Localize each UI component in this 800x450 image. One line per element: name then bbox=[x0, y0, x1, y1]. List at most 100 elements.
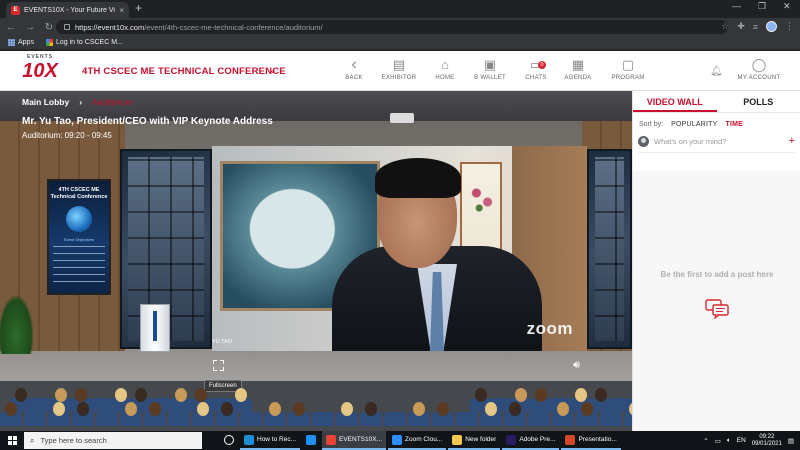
taskbar-app-zoom-app[interactable]: Zoom Clou... bbox=[388, 431, 447, 450]
nav-label: EXHIBITOR bbox=[381, 75, 417, 81]
minimize-icon[interactable]: — bbox=[732, 1, 741, 11]
chat-icon: ▭ 0 bbox=[513, 57, 559, 73]
taskbar-app-premiere[interactable]: Adobe Pre... bbox=[502, 431, 560, 450]
audience-member bbox=[509, 402, 521, 416]
forward-arrow-icon[interactable]: → bbox=[22, 22, 38, 33]
nav-my-account[interactable]: ◯ MY ACCOUNT bbox=[736, 57, 782, 81]
nav-b-wallet[interactable]: ▣ B WALLET bbox=[467, 57, 513, 81]
video-wall-feed: Be the first to add a post here bbox=[633, 171, 800, 431]
taskbar-search-input[interactable] bbox=[40, 436, 191, 445]
audience-member bbox=[53, 402, 65, 416]
restore-icon[interactable]: ❐ bbox=[758, 1, 766, 12]
new-tab-button[interactable]: + bbox=[135, 2, 142, 15]
back-arrow-icon[interactable]: ← bbox=[3, 22, 19, 33]
bookmark-label: Log in to CSCEC M... bbox=[55, 39, 123, 46]
taskbar-app-chrome[interactable]: EVENTS10X... bbox=[322, 431, 387, 450]
empty-feed-message: Be the first to add a post here bbox=[660, 270, 774, 279]
nav-back[interactable]: ‹ BACK bbox=[331, 56, 377, 82]
taskbar-app-edge[interactable]: How to Rec... bbox=[240, 431, 301, 450]
nav-label: CHATS bbox=[525, 75, 547, 81]
conference-title[interactable]: 4TH CSCEC ME TECHNICAL CONFERENCE bbox=[82, 66, 286, 77]
tab-polls[interactable]: POLLS bbox=[717, 91, 800, 112]
breadcrumb-main-lobby[interactable]: Main Lobby bbox=[22, 97, 69, 107]
powerpoint-icon bbox=[565, 434, 576, 445]
audience-member bbox=[365, 402, 377, 416]
bookmark-apps[interactable]: Apps bbox=[8, 39, 34, 46]
add-post-button[interactable]: + bbox=[789, 136, 795, 147]
menu-kebab-icon[interactable]: ⋮ bbox=[785, 21, 794, 32]
notifications-icon[interactable]: ▤ bbox=[788, 437, 794, 445]
logo-10x-text: 10X bbox=[22, 60, 58, 82]
chevron-down-icon[interactable]: ⌄ bbox=[268, 63, 277, 76]
audience-member bbox=[413, 402, 425, 416]
nav-program[interactable]: ▢ PROGRAM bbox=[605, 57, 651, 81]
nav-label: HOME bbox=[435, 75, 455, 81]
reload-icon[interactable]: ↻ bbox=[41, 22, 57, 33]
close-window-icon[interactable]: ✕ bbox=[783, 1, 791, 12]
audience-member bbox=[575, 388, 587, 402]
post-input[interactable] bbox=[654, 137, 784, 146]
taskbar-app-label: New folder bbox=[465, 436, 497, 443]
ie-icon bbox=[306, 434, 317, 445]
nav-home[interactable]: ⌂ HOME bbox=[422, 57, 468, 81]
nav-agenda[interactable]: ▦ AGENDA bbox=[555, 57, 601, 81]
clock[interactable]: 09:22 09/01/2021 bbox=[752, 434, 782, 448]
taskbar-app-task-view[interactable] bbox=[220, 431, 238, 450]
tab-video-wall[interactable]: VIDEO WALL bbox=[633, 91, 717, 112]
windows-logo-icon bbox=[7, 436, 17, 445]
address-url[interactable]: https://event10x.com/event/4th-cscec-me-… bbox=[75, 23, 323, 32]
audience-member bbox=[135, 388, 147, 402]
chevron-left-icon: ‹ bbox=[351, 56, 357, 73]
projector bbox=[390, 113, 414, 123]
keynote-video-player[interactable]: zoom bbox=[212, 146, 587, 351]
taskbar-app-powerpoint[interactable]: Presentatio... bbox=[561, 431, 621, 450]
poster-title: 4TH CSCEC ME Technical Conference bbox=[50, 187, 108, 200]
volume-icon[interactable]: 🔊︎ bbox=[573, 359, 580, 372]
audience-member bbox=[197, 402, 209, 416]
bookmark-label: Apps bbox=[18, 39, 34, 46]
audience-member bbox=[15, 388, 27, 402]
premiere-icon bbox=[506, 434, 517, 445]
fullscreen-icon[interactable] bbox=[213, 360, 224, 371]
start-button[interactable] bbox=[0, 431, 24, 450]
video-wall-sidebar: VIDEO WALL POLLS Sort by: POPULARITY TIM… bbox=[632, 91, 800, 431]
audience-member bbox=[581, 402, 593, 416]
audience-member bbox=[535, 388, 547, 402]
input-language[interactable]: EN bbox=[737, 437, 746, 444]
search-icon: ⌕ bbox=[30, 435, 35, 445]
post-composer: + bbox=[638, 136, 795, 153]
bookmark-cscec-login[interactable]: Log in to CSCEC M... bbox=[45, 39, 123, 46]
tray-chevron-icon[interactable]: ⌃ bbox=[703, 437, 708, 445]
browser-toolbar: ← → ↻ https://event10x.com/event/4th-csc… bbox=[0, 18, 800, 36]
profile-avatar[interactable] bbox=[766, 21, 777, 32]
wallet-icon: ▣ bbox=[483, 57, 497, 72]
breadcrumb: Main Lobby › Auditorium bbox=[22, 97, 133, 107]
sort-label: Sort by: bbox=[639, 121, 664, 128]
sort-time[interactable]: TIME bbox=[725, 121, 743, 128]
events10x-logo[interactable]: EVENTS 10X bbox=[22, 54, 58, 86]
photo-wall-right bbox=[587, 149, 632, 349]
extensions-icon[interactable]: ✚ bbox=[737, 21, 745, 32]
speaker-name-tag: YU TAO bbox=[212, 339, 232, 345]
sort-popularity[interactable]: POPULARITY bbox=[671, 121, 717, 128]
nav-exhibitor[interactable]: ▤ EXHIBITOR bbox=[376, 57, 422, 81]
poster-subtitle: Event Objectives bbox=[63, 237, 94, 242]
notification-bell-icon[interactable]: 🔔︎ bbox=[710, 66, 723, 77]
browser-tab[interactable]: E EVENTS10X - Your Future Vi × bbox=[6, 2, 129, 18]
volume-tray-icon[interactable]: 🔈︎ bbox=[727, 437, 731, 445]
close-tab-icon[interactable]: × bbox=[119, 6, 124, 15]
star-icon[interactable]: ☆ bbox=[721, 21, 729, 32]
taskbar-app-ie[interactable] bbox=[302, 431, 320, 450]
address-bar[interactable]: https://event10x.com/event/4th-cscec-me-… bbox=[56, 20, 728, 34]
program-icon: ▢ bbox=[621, 57, 635, 72]
taskbar-app-folder[interactable]: New folder bbox=[448, 431, 501, 450]
audience-member bbox=[557, 402, 569, 416]
audience-member bbox=[125, 402, 137, 416]
breadcrumb-auditorium: Auditorium bbox=[92, 97, 133, 107]
network-icon[interactable]: ▭ bbox=[715, 437, 721, 445]
zoom-app-icon bbox=[392, 434, 403, 445]
taskbar-search[interactable]: ⌕ bbox=[24, 432, 202, 449]
audience-member bbox=[149, 402, 161, 416]
nav-chats[interactable]: ▭ 0 CHATS bbox=[513, 57, 559, 81]
media-icon[interactable]: ≡ bbox=[753, 22, 758, 32]
